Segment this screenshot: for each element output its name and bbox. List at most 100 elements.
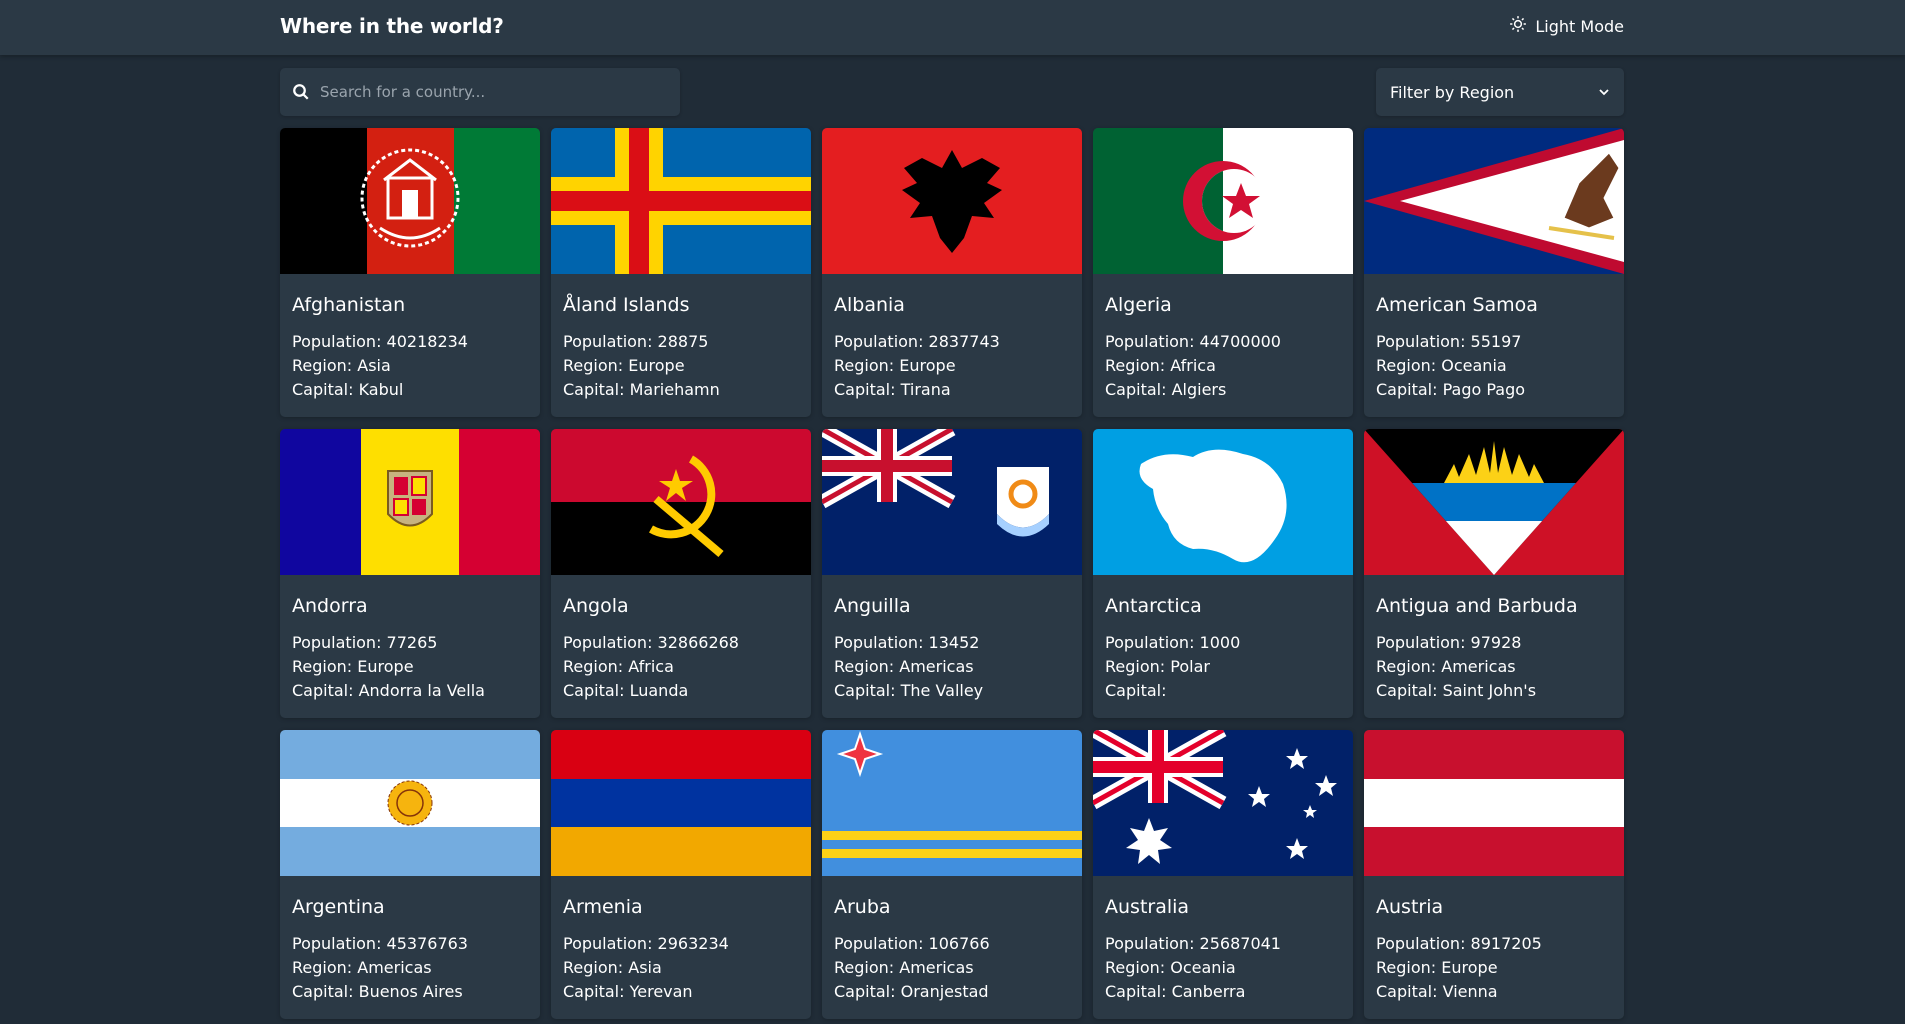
region-value: Asia [357, 356, 391, 375]
country-card[interactable]: Aruba Population: 106766 Region: America… [822, 730, 1082, 1019]
region-label: Region: [1376, 657, 1437, 676]
country-card[interactable]: Armenia Population: 2963234 Region: Asia… [551, 730, 811, 1019]
country-card[interactable]: Argentina Population: 45376763 Region: A… [280, 730, 540, 1019]
population-stat: Population: 45376763 [292, 932, 528, 956]
population-value: 32866268 [657, 633, 739, 652]
region-filter-select[interactable]: Filter by Region [1376, 68, 1624, 116]
search-icon [292, 83, 310, 101]
region-stat: Region: Europe [563, 354, 799, 378]
capital-label: Capital: [1105, 982, 1167, 1001]
population-stat: Population: 28875 [563, 330, 799, 354]
country-card[interactable]: Antarctica Population: 1000 Region: Pola… [1093, 429, 1353, 718]
region-label: Region: [563, 958, 624, 977]
capital-label: Capital: [292, 380, 354, 399]
region-value: Europe [628, 356, 685, 375]
capital-stat: Capital: Saint John's [1376, 679, 1612, 703]
country-name: Antigua and Barbuda [1376, 595, 1578, 617]
capital-stat: Capital: The Valley [834, 679, 1070, 703]
region-value: Americas [899, 657, 974, 676]
capital-value: Algiers [1171, 380, 1227, 399]
region-stat: Region: Africa [1105, 354, 1341, 378]
region-label: Region: [292, 356, 353, 375]
region-label: Region: [292, 657, 353, 676]
country-card[interactable]: Austria Population: 8917205 Region: Euro… [1364, 730, 1624, 1019]
region-stat: Region: Europe [1376, 956, 1612, 980]
capital-label: Capital: [563, 681, 625, 700]
population-value: 13452 [928, 633, 980, 652]
region-stat: Region: Polar [1105, 655, 1341, 679]
country-card[interactable]: Afghanistan Population: 40218234 Region:… [280, 128, 540, 417]
population-stat: Population: 2963234 [563, 932, 799, 956]
country-name: Anguilla [834, 595, 911, 617]
search-input[interactable] [320, 83, 660, 101]
population-label: Population: [834, 633, 924, 652]
capital-stat: Capital: Algiers [1105, 378, 1341, 402]
capital-stat: Capital: Kabul [292, 378, 528, 402]
population-label: Population: [1105, 633, 1195, 652]
region-stat: Region: Africa [563, 655, 799, 679]
capital-stat: Capital: Andorra la Vella [292, 679, 528, 703]
population-label: Population: [563, 934, 653, 953]
population-value: 2837743 [928, 332, 1000, 351]
region-stat: Region: Americas [834, 655, 1070, 679]
capital-value: Luanda [629, 681, 689, 700]
capital-value: Tirana [900, 380, 951, 399]
region-value: Europe [899, 356, 956, 375]
capital-stat: Capital: Buenos Aires [292, 980, 528, 1004]
population-value: 40218234 [386, 332, 468, 351]
country-name: Åland Islands [563, 294, 690, 316]
population-value: 55197 [1470, 332, 1522, 351]
country-name: Antarctica [1105, 595, 1202, 617]
anguilla-flag [822, 429, 1082, 575]
population-value: 28875 [657, 332, 709, 351]
country-name: Aruba [834, 896, 891, 918]
region-value: Oceania [1170, 958, 1236, 977]
capital-stat: Capital: Luanda [563, 679, 799, 703]
region-stat: Region: Europe [292, 655, 528, 679]
country-card[interactable]: American Samoa Population: 55197 Region:… [1364, 128, 1624, 417]
capital-value: Canberra [1171, 982, 1246, 1001]
region-stat: Region: Oceania [1376, 354, 1612, 378]
country-name: Afghanistan [292, 294, 406, 316]
country-name: Algeria [1105, 294, 1172, 316]
region-stat: Region: Asia [563, 956, 799, 980]
capital-stat: Capital: Canberra [1105, 980, 1341, 1004]
population-stat: Population: 40218234 [292, 330, 528, 354]
population-label: Population: [834, 332, 924, 351]
aruba-flag [822, 730, 1082, 876]
population-stat: Population: 1000 [1105, 631, 1341, 655]
region-value: Africa [1170, 356, 1216, 375]
theme-toggle-button[interactable]: Light Mode [1509, 15, 1624, 37]
american-samoa-flag [1364, 128, 1624, 274]
region-value: Asia [628, 958, 662, 977]
country-card[interactable]: Angola Population: 32866268 Region: Afri… [551, 429, 811, 718]
country-card[interactable]: Algeria Population: 44700000 Region: Afr… [1093, 128, 1353, 417]
country-card[interactable]: Antigua and Barbuda Population: 97928 Re… [1364, 429, 1624, 718]
country-card[interactable]: Australia Population: 25687041 Region: O… [1093, 730, 1353, 1019]
population-stat: Population: 77265 [292, 631, 528, 655]
region-label: Region: [834, 356, 895, 375]
population-label: Population: [292, 332, 382, 351]
region-stat: Region: Americas [834, 956, 1070, 980]
capital-label: Capital: [834, 982, 896, 1001]
country-name: American Samoa [1376, 294, 1538, 316]
search-box[interactable] [280, 68, 680, 116]
region-label: Region: [834, 657, 895, 676]
armenia-flag [551, 730, 811, 876]
country-card[interactable]: Andorra Population: 77265 Region: Europe… [280, 429, 540, 718]
sun-icon [1509, 15, 1527, 37]
population-stat: Population: 32866268 [563, 631, 799, 655]
app-title: Where in the world? [280, 14, 504, 38]
capital-value: Mariehamn [629, 380, 720, 399]
population-stat: Population: 2837743 [834, 330, 1070, 354]
country-name: Albania [834, 294, 905, 316]
country-card[interactable]: Anguilla Population: 13452 Region: Ameri… [822, 429, 1082, 718]
population-value: 44700000 [1199, 332, 1281, 351]
theme-toggle-label: Light Mode [1535, 16, 1624, 36]
country-name: Andorra [292, 595, 368, 617]
country-card[interactable]: Åland Islands Population: 28875 Region: … [551, 128, 811, 417]
capital-value: Yerevan [629, 982, 693, 1001]
region-stat: Region: Oceania [1105, 956, 1341, 980]
country-card[interactable]: Albania Population: 2837743 Region: Euro… [822, 128, 1082, 417]
population-label: Population: [834, 934, 924, 953]
